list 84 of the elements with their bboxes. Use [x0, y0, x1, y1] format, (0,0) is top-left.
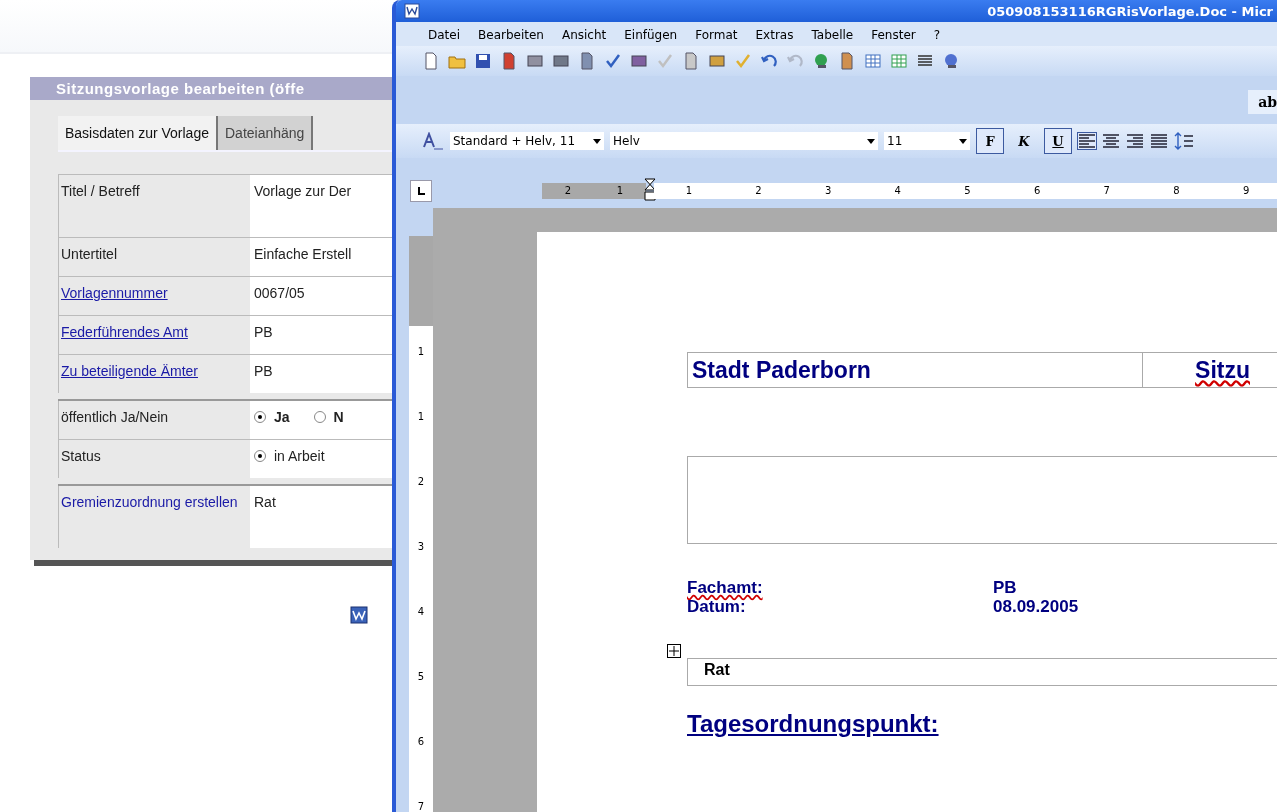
field-value: Vorlage zur Der [254, 183, 352, 199]
justify-icon[interactable] [1150, 133, 1168, 149]
ruler-number: 2 [417, 476, 425, 487]
window-title: 050908153116RGRisVorlage.Doc - Micr [987, 3, 1273, 19]
table-move-handle-icon[interactable] [667, 644, 681, 658]
toolbar-text[interactable]: ab [1248, 90, 1277, 114]
field-link[interactable]: Federführendes Amt [61, 324, 188, 340]
field-value: Rat [254, 494, 276, 510]
align-center-icon[interactable] [1102, 133, 1120, 149]
field-link[interactable]: Zu beteiligende Ämter [61, 363, 198, 379]
insert-table-icon[interactable] [864, 52, 882, 70]
field-value: PB [254, 363, 273, 379]
ruler-number: 1 [616, 184, 624, 198]
menu-item[interactable]: ? [933, 28, 941, 42]
ruler-number: 7 [417, 801, 425, 812]
field-label: Titel / Betreff [61, 183, 140, 199]
vertical-ruler[interactable]: 1 1 2 3 4 5 6 7 [409, 236, 433, 812]
field-label: Datum: [687, 597, 746, 616]
new-document-icon[interactable] [422, 52, 440, 70]
copy-icon[interactable] [682, 52, 700, 70]
align-right-icon[interactable] [1126, 133, 1144, 149]
ruler-number: 4 [417, 606, 425, 617]
field-value: Einfache Erstell [254, 246, 352, 262]
field-label: Status [61, 448, 101, 464]
line-spacing-icon[interactable] [1174, 132, 1194, 150]
caret-icon [867, 138, 875, 144]
indent-marker-icon[interactable] [644, 178, 656, 204]
ruler-number: 4 [894, 184, 901, 198]
ruler-number: 5 [964, 184, 971, 198]
field-label: Untertitel [61, 246, 118, 262]
align-left-icon[interactable] [1078, 133, 1096, 149]
ruler-number: 6 [1033, 184, 1041, 198]
ruler-number: 1 [417, 411, 425, 422]
save-icon[interactable] [474, 52, 492, 70]
ruler-number: 2 [755, 184, 762, 198]
field-value: 08.09.2005 [993, 597, 1079, 616]
ruler-number: 3 [417, 541, 425, 552]
field-value: PB [993, 578, 1017, 597]
menu-item[interactable]: Datei [428, 28, 460, 42]
spelling-check-icon[interactable] [604, 52, 622, 70]
document-icon[interactable] [404, 3, 420, 19]
menu-item[interactable]: Extras [755, 28, 794, 42]
menu-item[interactable]: Format [695, 28, 738, 42]
field-label: öffentlich Ja/Nein [61, 409, 169, 425]
tab[interactable]: Dateianhäng [218, 116, 314, 150]
radio-option[interactable]: in Arbeit [254, 448, 325, 464]
caret-icon [593, 138, 601, 144]
field-label: Fachamt: [687, 578, 763, 597]
document-heading: Sitzu [1195, 356, 1250, 384]
menu-item[interactable]: Tabelle [811, 28, 854, 42]
caret-icon [959, 138, 967, 144]
tab[interactable]: Basisdaten zur Vorlage [58, 116, 218, 150]
table-cell: Rat [687, 658, 1277, 686]
font-size-dropdown[interactable]: 11 [884, 132, 970, 150]
ruler-number: 6 [417, 736, 425, 747]
ruler-number: 3 [824, 184, 832, 198]
menu-item[interactable]: Bearbeiten [478, 28, 544, 42]
radio-option[interactable]: N [313, 409, 344, 425]
field-value: 0067/05 [254, 285, 305, 301]
format-button[interactable]: U [1044, 128, 1072, 154]
menu-item[interactable]: Ansicht [561, 28, 607, 42]
document-heading: Tagesordnungspunkt: [687, 710, 940, 738]
field-link[interactable]: Vorlagennummer [61, 285, 168, 301]
ruler-number: 9 [1242, 184, 1250, 198]
document-heading: Stadt Paderborn [692, 356, 871, 384]
style-dropdown[interactable]: Standard + Helv, 11 [450, 132, 604, 150]
ruler-number: 1 [417, 346, 425, 357]
ruler-number: 1 [685, 184, 692, 198]
ruler-number: 7 [1103, 184, 1110, 198]
field-value: PB [254, 324, 273, 340]
radio-option[interactable]: Ja [254, 409, 290, 425]
font-dropdown[interactable]: Helv [610, 132, 878, 150]
format-button[interactable]: F [976, 128, 1004, 154]
ruler-number: 2 [564, 184, 572, 198]
tab-stop-selector[interactable] [410, 180, 432, 202]
format-button[interactable]: K [1010, 128, 1038, 154]
ruler-number: 8 [1173, 184, 1180, 198]
ruler-number: 5 [417, 671, 425, 682]
field-link[interactable]: Gremienzuordnung erstellen [61, 494, 238, 510]
menu-item[interactable]: Fenster [871, 28, 916, 42]
styles-icon[interactable] [422, 132, 444, 150]
left-tab-icon [416, 186, 426, 196]
menu-item[interactable]: Einfügen [624, 28, 678, 42]
document-icon[interactable] [350, 606, 368, 624]
